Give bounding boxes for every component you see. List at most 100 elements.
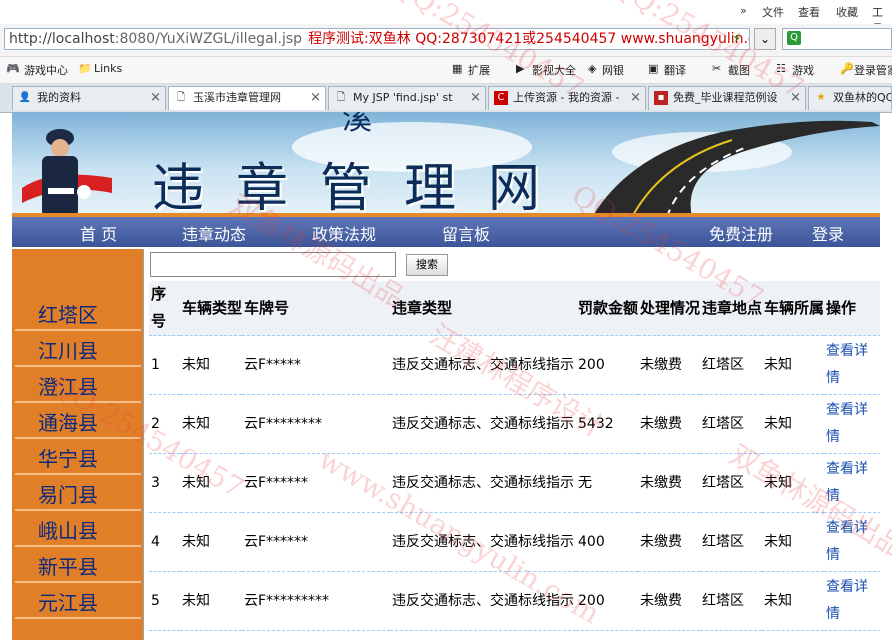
page-icon: 🗋 <box>336 92 346 103</box>
nav-violation-news[interactable]: 违章动态 <box>182 221 246 245</box>
menu-favorites[interactable]: 收藏 <box>836 4 858 20</box>
game-icon: ☷ <box>776 62 786 75</box>
col-header-fine: 罚款金额 <box>576 281 638 336</box>
tab-label: 玉溪市违章管理网 <box>193 91 281 104</box>
tab-yuxi-violation[interactable]: 🗋 玉溪市违章管理网 × <box>168 86 326 110</box>
col-header-action: 操作 <box>824 281 880 336</box>
close-icon[interactable]: × <box>790 87 801 109</box>
cell-violation-type: 违反交通标志、交通标线指示 <box>390 571 576 631</box>
nav-login[interactable]: 登录 <box>812 221 844 245</box>
site-nav: 首 页 违章动态 政策法规 留言板 免费注册 登录 <box>12 217 880 247</box>
cell-plate: 云F******** <box>242 394 390 454</box>
nav-guestbook[interactable]: 留言板 <box>442 221 490 245</box>
sidebar-item-yimen[interactable]: 易门县 <box>15 479 141 511</box>
tab-qq[interactable]: ★ 双鱼林的QQ <box>808 86 892 110</box>
search-button[interactable]: 搜索 <box>406 254 448 276</box>
toolbar-games[interactable]: 游戏 <box>792 62 814 78</box>
folder-icon: 📁 <box>78 62 92 75</box>
search-input[interactable] <box>150 252 396 277</box>
sidebar-item-huaning[interactable]: 华宁县 <box>15 443 141 475</box>
nav-home[interactable]: 首 页 <box>80 221 117 245</box>
close-icon[interactable]: × <box>150 87 161 109</box>
dropdown-arrow-icon[interactable]: ⌄ <box>754 28 776 50</box>
tab-my-profile[interactable]: 👤 我的资料 × <box>12 86 166 110</box>
view-details-link[interactable]: 查看详情 <box>824 453 880 513</box>
csdn-icon: C <box>494 91 508 105</box>
tab-find-jsp[interactable]: 🗋 My JSP 'find.jsp' st × <box>328 86 486 110</box>
toolbar-extensions[interactable]: 扩展 <box>468 62 490 78</box>
cell-fine: 200 <box>576 571 638 631</box>
tab-upload-resource[interactable]: C 上传资源 - 我的资源 - × <box>488 86 646 110</box>
sidebar-item-eshan[interactable]: 峨山县 <box>15 515 141 547</box>
chevron-right-icon[interactable]: » <box>740 4 747 17</box>
cell-vehicle-type: 未知 <box>180 394 242 454</box>
sidebar-item-chengjiang[interactable]: 澄江县 <box>15 371 141 403</box>
nav-policies[interactable]: 政策法规 <box>312 221 376 245</box>
address-bar[interactable]: http://localhost:8080/YuXiWZGL/illegal.j… <box>4 28 750 50</box>
cell-plate: 云F***** <box>242 335 390 395</box>
browser-menubar: » 文件 查看 收藏 工具 <box>0 0 892 35</box>
close-icon[interactable]: × <box>470 87 481 109</box>
site-title: 违章管理网 <box>152 159 573 217</box>
cell-status: 未缴费 <box>638 453 700 513</box>
sidebar-item-hongta[interactable]: 红塔区 <box>15 299 141 331</box>
tab-label: 我的资料 <box>37 91 81 104</box>
cell-vehicle-type: 未知 <box>180 453 242 513</box>
cell-index: 4 <box>149 512 180 572</box>
cell-violation-type: 违反交通标志、交通标线指示 <box>390 335 576 395</box>
sidebar-item-yuanjiang[interactable]: 元江县 <box>15 587 141 619</box>
col-header-owner: 车辆所属 <box>762 281 824 336</box>
view-details-link[interactable]: 查看详情 <box>824 571 880 631</box>
cell-index: 3 <box>149 453 180 513</box>
district-sidebar: 红塔区 江川县 澄江县 通海县 华宁县 易门县 峨山县 新平县 元江县 <box>12 249 143 640</box>
sidebar-item-jiangchuan[interactable]: 江川县 <box>15 335 141 367</box>
bookmark-game-center[interactable]: 游戏中心 <box>24 62 68 78</box>
bookmarks-bar: 🎮 游戏中心 📁 Links ▦ 扩展 ▶ 影视大全 ◈ 网银 ▣ 翻译 ✂ 截… <box>0 57 892 84</box>
site-icon: ▪ <box>654 91 668 105</box>
cell-index: 5 <box>149 571 180 631</box>
toolbar-video[interactable]: 影视大全 <box>532 62 576 78</box>
view-details-link[interactable]: 查看详情 <box>824 512 880 572</box>
cell-status: 未缴费 <box>638 512 700 572</box>
search-engine-icon[interactable]: Q <box>787 31 801 45</box>
col-header-status: 处理情况 <box>638 281 700 336</box>
close-icon[interactable]: × <box>310 87 321 109</box>
col-header-index: 序号 <box>149 281 180 336</box>
lightning-icon[interactable]: ⚡ <box>732 30 746 48</box>
menu-view[interactable]: 查看 <box>798 4 820 20</box>
tab-label: My JSP 'find.jsp' st <box>353 91 453 104</box>
table-row: 2 未知 云F******** 违反交通标志、交通标线指示 5432 未缴费 红… <box>149 394 880 454</box>
toolbar-bank[interactable]: 网银 <box>602 62 624 78</box>
menu-file[interactable]: 文件 <box>762 4 784 20</box>
cell-location: 红塔区 <box>700 453 762 513</box>
view-details-link[interactable]: 查看详情 <box>824 394 880 454</box>
table-row: 3 未知 云F****** 违反交通标志、交通标线指示 无 未缴费 红塔区 未知… <box>149 453 880 513</box>
site-banner: 溪 违章管理网 <box>12 112 880 217</box>
bookmark-links[interactable]: Links <box>94 62 122 75</box>
browser-search-box[interactable]: Q <box>782 28 892 50</box>
cell-index: 1 <box>149 335 180 395</box>
traffic-police-image <box>22 129 112 217</box>
sidebar-item-tonghai[interactable]: 通海县 <box>15 407 141 439</box>
close-icon[interactable]: × <box>630 87 641 109</box>
extension-icon: ▦ <box>452 62 463 75</box>
toolbar-screenshot[interactable]: 截图 <box>728 62 750 78</box>
cell-fine: 无 <box>576 453 638 513</box>
cell-vehicle-type: 未知 <box>180 335 242 395</box>
address-toolbar: http://localhost:8080/YuXiWZGL/illegal.j… <box>0 24 892 57</box>
col-header-location: 违章地点 <box>700 281 762 336</box>
toolbar-login-manager[interactable]: 登录管家 <box>854 62 892 78</box>
cell-violation-type: 违反交通标志、交通标线指示 <box>390 512 576 572</box>
tab-strip: 👤 我的资料 × 🗋 玉溪市违章管理网 × 🗋 My JSP 'find.jsp… <box>0 84 892 113</box>
col-header-plate: 车牌号 <box>242 281 390 336</box>
tab-label: 上传资源 - 我的资源 - <box>513 91 620 104</box>
cell-owner: 未知 <box>762 453 824 513</box>
sidebar-item-xinping[interactable]: 新平县 <box>15 551 141 583</box>
cell-violation-type: 违反交通标志、交通标线指示 <box>390 453 576 513</box>
toolbar-translate[interactable]: 翻译 <box>664 62 686 78</box>
tab-free-course[interactable]: ▪ 免费_毕业课程范例设 × <box>648 86 806 110</box>
key-icon: 🔑 <box>840 62 854 75</box>
address-page-title: 程序测试:双鱼林 QQ:287307421或254540457 www.shua… <box>308 31 750 47</box>
view-details-link[interactable]: 查看详情 <box>824 335 880 395</box>
nav-register[interactable]: 免费注册 <box>709 221 773 245</box>
